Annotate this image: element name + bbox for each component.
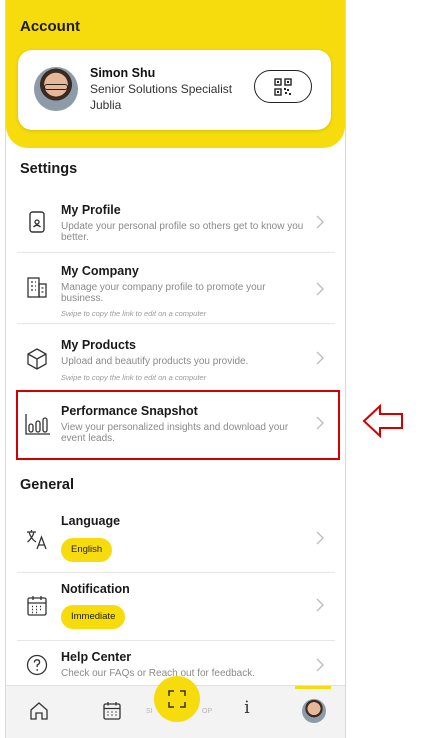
account-title: Account — [20, 18, 80, 35]
row-description: Manage your company profile to promote y… — [61, 282, 266, 304]
chevron-right-icon — [316, 215, 324, 229]
user-name: Simon Shu — [90, 66, 156, 80]
chevron-right-icon — [316, 598, 324, 612]
nav-faded-label-right: OP — [202, 708, 213, 715]
app-screen: Account Simon Shu Senior Solutions Speci… — [5, 0, 346, 738]
row-description: Update your personal profile so others g… — [61, 221, 304, 243]
chevron-right-icon — [316, 282, 324, 296]
qr-code-icon — [274, 77, 292, 96]
row-title: Help Center — [61, 650, 132, 664]
scan-button[interactable] — [154, 676, 200, 722]
avatar-glasses — [44, 84, 68, 90]
help-icon — [26, 654, 48, 676]
row-title: Language — [61, 514, 121, 528]
notification-value-pill[interactable]: Immediate — [61, 605, 126, 629]
settings-item-my-company[interactable]: My Company Manage your company profile t… — [17, 253, 335, 324]
translate-icon — [27, 530, 47, 550]
chevron-right-icon — [316, 531, 324, 545]
row-title: My Profile — [61, 203, 121, 217]
phone-profile-icon — [29, 211, 45, 233]
info-icon[interactable]: i — [236, 698, 258, 720]
settings-title: Settings — [20, 161, 78, 177]
user-role: Senior Solutions Specialist — [90, 82, 233, 96]
building-icon — [27, 277, 47, 298]
home-icon[interactable] — [28, 700, 50, 722]
bottom-nav: SI OP i — [6, 676, 345, 738]
qr-code-button[interactable] — [254, 70, 312, 103]
row-description: Upload and beautify products you provide… — [61, 356, 249, 367]
general-item-language[interactable]: Language English — [17, 505, 335, 573]
arrow-left-icon — [362, 403, 403, 439]
cube-icon — [27, 348, 47, 370]
row-title: My Company — [61, 264, 139, 278]
user-company: Jublia — [90, 98, 122, 112]
account-header: Account Simon Shu Senior Solutions Speci… — [6, 0, 345, 148]
active-tab-indicator — [295, 686, 331, 689]
avatar — [34, 67, 78, 111]
settings-item-my-profile[interactable]: My Profile Update your personal profile … — [17, 192, 335, 253]
nav-faded-label-left: SI — [146, 708, 153, 715]
highlight-box — [16, 390, 340, 460]
language-value-pill[interactable]: English — [61, 538, 113, 562]
chevron-right-icon — [316, 351, 324, 365]
agenda-calendar-icon[interactable] — [101, 700, 123, 722]
profile-avatar-tab[interactable] — [302, 699, 326, 723]
row-title: My Products — [61, 338, 137, 352]
chevron-right-icon — [316, 658, 324, 672]
row-hint: Swipe to copy the link to edit on a comp… — [61, 309, 207, 318]
settings-item-my-products[interactable]: My Products Upload and beautify products… — [17, 324, 335, 392]
general-item-notification[interactable]: Notification Immediate — [17, 573, 335, 641]
scan-icon — [168, 690, 186, 708]
row-title: Notification — [61, 582, 130, 596]
row-hint: Swipe to copy the link to edit on a comp… — [61, 373, 207, 382]
general-title: General — [20, 477, 74, 493]
profile-card[interactable]: Simon Shu Senior Solutions Specialist Ju… — [18, 50, 331, 130]
calendar-icon — [27, 596, 47, 616]
